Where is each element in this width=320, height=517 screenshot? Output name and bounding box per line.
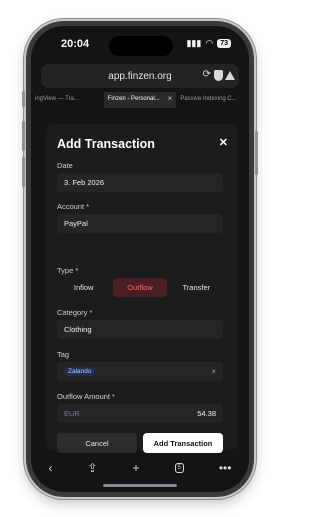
close-tab-icon[interactable]: × xyxy=(168,94,173,103)
volume-down-button xyxy=(22,157,25,187)
currency-label: EUR xyxy=(64,409,80,418)
new-tab-icon[interactable]: + xyxy=(133,461,140,475)
reload-icon[interactable]: ⟳ xyxy=(203,69,211,80)
signal-icon: ▮▮▮ xyxy=(186,38,202,48)
tab-label: Finzen - Personal... xyxy=(107,96,160,102)
type-selector: Inflow Outflow Transfer xyxy=(57,278,223,297)
browser-toolbar: ‹ ⇪ + 5 ••• xyxy=(31,458,249,478)
tab-passive-indexing[interactable]: Passive Indexing C... xyxy=(176,92,249,108)
tag-field[interactable]: Zalando × xyxy=(57,362,223,381)
close-icon[interactable]: ✕ xyxy=(219,136,228,149)
category-field[interactable]: Clothing xyxy=(57,320,223,339)
category-value: Clothing xyxy=(64,325,92,334)
share-icon[interactable]: ⇪ xyxy=(87,461,97,475)
type-label: Type * xyxy=(57,266,79,275)
type-outflow-button[interactable]: Outflow xyxy=(113,278,167,297)
url-text: app.finzen.org xyxy=(108,70,172,82)
cancel-button[interactable]: Cancel xyxy=(57,433,137,453)
date-label: Date xyxy=(57,161,73,170)
brave-rewards-icon[interactable] xyxy=(225,71,235,80)
tag-label: Tag xyxy=(57,350,70,359)
brave-shield-icon[interactable] xyxy=(214,70,223,81)
tab-finzen[interactable]: Finzen - Personal... × xyxy=(103,92,177,108)
dynamic-island xyxy=(109,36,173,56)
tag-chip[interactable]: Zalando xyxy=(64,367,96,376)
account-value: PayPal xyxy=(64,219,88,228)
dialog-title: Add Transaction xyxy=(57,137,155,151)
tab-label: Passive Indexing C... xyxy=(180,96,237,102)
battery-icon: 73 xyxy=(217,39,231,48)
back-icon[interactable]: ‹ xyxy=(48,461,52,475)
more-menu-icon[interactable]: ••• xyxy=(219,461,232,475)
volume-up-button xyxy=(22,121,25,151)
category-label: Category * xyxy=(57,308,93,317)
amount-label: Outflow Amount * xyxy=(57,392,115,401)
tab-tradingview[interactable]: ingView — Tra... xyxy=(31,92,104,108)
add-transaction-dialog: Add Transaction ✕ Date 3. Feb 2026 Accou… xyxy=(46,124,238,453)
amount-field[interactable]: EUR 54.38 xyxy=(57,404,223,423)
amount-value: 54.38 xyxy=(197,409,216,418)
status-time: 20:04 xyxy=(61,38,90,50)
tab-label: ingView — Tra... xyxy=(35,96,79,102)
tabs-overview-icon[interactable]: 5 xyxy=(174,463,184,473)
phone-frame: 20:04 ▮▮▮ ◠ 73 app.finzen.org ⟳ ingView … xyxy=(22,21,258,497)
account-label: Account * xyxy=(57,202,90,211)
account-field[interactable]: PayPal xyxy=(57,214,223,233)
status-icons: ▮▮▮ ◠ 73 xyxy=(186,38,231,49)
address-bar[interactable]: app.finzen.org ⟳ xyxy=(41,64,239,88)
wifi-icon: ◠ xyxy=(205,38,214,48)
tab-strip: ingView — Tra... Finzen - Personal... × … xyxy=(31,92,249,108)
screen: 20:04 ▮▮▮ ◠ 73 app.finzen.org ⟳ ingView … xyxy=(31,26,249,492)
type-transfer-button[interactable]: Transfer xyxy=(169,278,223,297)
mute-switch xyxy=(22,91,25,107)
home-indicator xyxy=(103,484,177,487)
power-button xyxy=(255,131,258,175)
add-transaction-button[interactable]: Add Transaction xyxy=(143,433,223,453)
clear-tag-icon[interactable]: × xyxy=(211,367,216,376)
date-value: 3. Feb 2026 xyxy=(64,178,105,187)
type-inflow-button[interactable]: Inflow xyxy=(57,278,111,297)
date-field[interactable]: 3. Feb 2026 xyxy=(57,173,223,192)
